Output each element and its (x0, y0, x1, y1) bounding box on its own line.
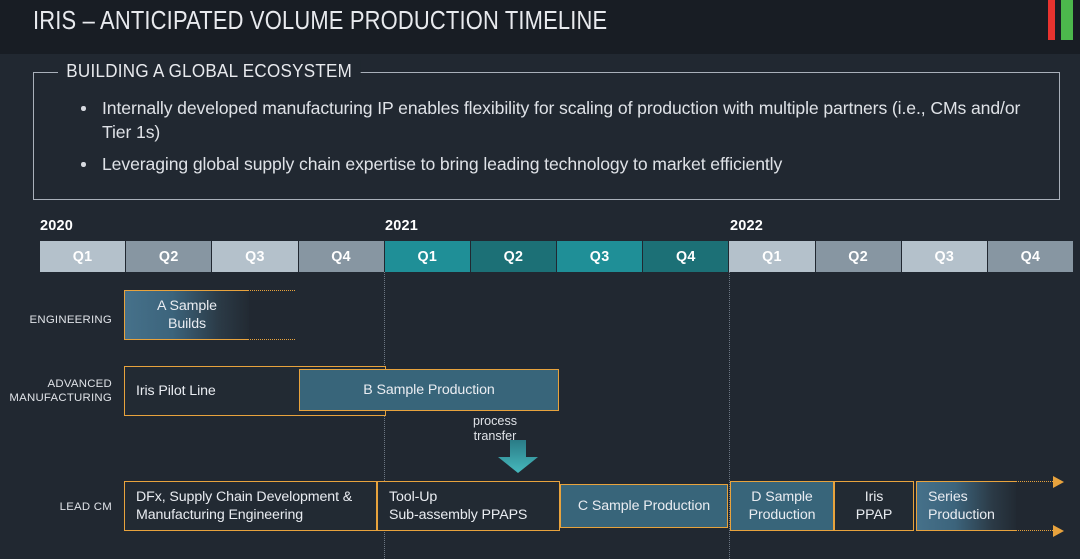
callout-title: BUILDING A GLOBAL ECOSYSTEM (58, 60, 361, 82)
task-label: A Sample Builds (157, 297, 217, 332)
task-a-sample-builds[interactable]: A Sample Builds (124, 290, 249, 340)
quarter-cell-2022-q4[interactable]: Q4 (987, 241, 1074, 272)
year-label-2021: 2021 (385, 218, 419, 234)
row-label-engineering: ENGINEERING (29, 314, 112, 326)
task-b-sample-production[interactable]: B Sample Production (299, 369, 559, 411)
row-label-line-1: ADVANCED (47, 378, 112, 390)
accent-bar-green (1061, 0, 1073, 40)
year-label-2020: 2020 (40, 218, 74, 234)
bullet-dot-icon (81, 106, 86, 111)
quarter-cell-2021-q3[interactable]: Q3 (557, 241, 644, 272)
task-label: Iris PPAP (855, 488, 893, 523)
slide-canvas: IRIS – ANTICIPATED VOLUME PRODUCTION TIM… (0, 0, 1080, 559)
process-transfer-arrow-icon (498, 440, 538, 473)
accent-bar-red (1048, 0, 1055, 40)
quarter-cell-2020-q4[interactable]: Q4 (298, 241, 385, 272)
bullet-text: Leveraging global supply chain expertise… (102, 154, 783, 175)
page-title: IRIS – ANTICIPATED VOLUME PRODUCTION TIM… (33, 7, 608, 35)
task-c-sample-production[interactable]: C Sample Production (560, 484, 728, 528)
task-label: Series Production (928, 488, 995, 523)
list-item: Internally developed manufacturing IP en… (74, 97, 1049, 144)
task-label: DFx, Supply Chain Development & Manufact… (136, 488, 353, 523)
task-d-sample-production[interactable]: D Sample Production (730, 481, 834, 531)
task-dfx-supply-chain[interactable]: DFx, Supply Chain Development & Manufact… (124, 481, 377, 531)
series-arrow-bottom-icon (1053, 524, 1064, 537)
task-label: D Sample Production (748, 488, 816, 523)
task-label: B Sample Production (363, 381, 495, 398)
callout-bullet-list: Internally developed manufacturing IP en… (74, 97, 1049, 186)
task-iris-ppap[interactable]: Iris PPAP (834, 481, 914, 531)
quarter-cell-2022-q1[interactable]: Q1 (729, 241, 816, 272)
quarter-cell-2022-q2[interactable]: Q2 (815, 241, 902, 272)
quarter-cell-2020-q2[interactable]: Q2 (126, 241, 213, 272)
quarter-cell-2020-q3[interactable]: Q3 (212, 241, 299, 272)
task-series-production[interactable]: Series Production (916, 481, 1016, 531)
task-label: Tool-Up Sub-assembly PPAPS (389, 488, 528, 523)
row-label-line-2: MANUFACTURING (9, 392, 112, 405)
row-label-lead-cm: LEAD CM (59, 501, 112, 513)
quarter-cell-2022-q3[interactable]: Q3 (901, 241, 988, 272)
slide-header: IRIS – ANTICIPATED VOLUME PRODUCTION TIM… (0, 0, 1080, 54)
task-tool-up-ppaps[interactable]: Tool-Up Sub-assembly PPAPS (377, 481, 560, 531)
quarter-cell-2020-q1[interactable]: Q1 (40, 241, 127, 272)
task-label: Iris Pilot Line (136, 382, 216, 399)
quarter-cell-2021-q1[interactable]: Q1 (384, 241, 471, 272)
row-label-advanced-manufacturing: ADVANCED MANUFACTURING (0, 377, 112, 406)
quarter-cell-2021-q2[interactable]: Q2 (470, 241, 558, 272)
bullet-text: Internally developed manufacturing IP en… (102, 98, 1021, 142)
timeline-year-labels: 2020 2021 2022 (0, 218, 1080, 240)
task-label: C Sample Production (577, 497, 711, 514)
bullet-dot-icon (81, 162, 86, 167)
callout-box: BUILDING A GLOBAL ECOSYSTEM Internally d… (33, 60, 1060, 200)
list-item: Leveraging global supply chain expertise… (74, 153, 1049, 177)
timeline-quarter-row: Q1 Q2 Q3 Q4 Q1 Q2 Q3 Q4 Q1 Q2 Q3 Q4 (40, 241, 1074, 272)
series-arrow-top-icon (1053, 475, 1064, 488)
year-label-2022: 2022 (730, 218, 764, 234)
quarter-cell-2021-q4[interactable]: Q4 (643, 241, 730, 272)
